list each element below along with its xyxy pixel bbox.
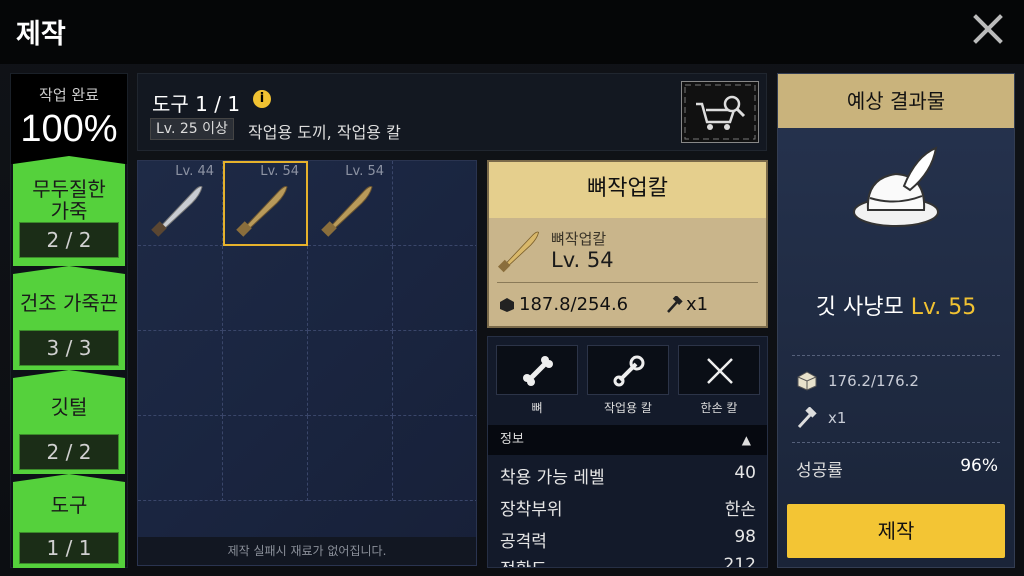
stat-value: 212 [723, 555, 756, 568]
stat-label: 착용 가능 레벨 [500, 468, 605, 488]
material-one-hand-sword[interactable] [678, 345, 760, 395]
bone-knife-icon [321, 186, 373, 237]
bone-knife-icon [497, 231, 540, 273]
info-header[interactable]: 정보 ▲ [488, 425, 767, 455]
materials-panel: 뼈 작업용 칼 한손 칼 정보 ▲ 착용 가능 레벨 40 장착부위 한손 공격… [487, 336, 768, 568]
stat-label: 공격력 [500, 532, 547, 552]
stage-count: 2 / 2 [19, 222, 119, 258]
stat-row: 착용 가능 레벨 40 [500, 463, 756, 488]
stage-count: 2 / 2 [19, 434, 119, 470]
craft-button[interactable]: 제작 [787, 504, 1005, 558]
cell-level: Lv. 54 [345, 164, 384, 179]
grid-cell[interactable]: Lv. 54 [308, 161, 393, 246]
completion-box: 작업 완료 100% [11, 74, 127, 164]
stat-value: 40 [734, 463, 756, 483]
hammer-icon [667, 296, 683, 313]
close-icon[interactable] [970, 10, 1006, 46]
selected-item-panel: 뼈작업칼 뼈작업칼 Lv. 54 187.8/254.6 x1 [487, 160, 768, 328]
level-badge: Lv. 25 이상 [150, 118, 234, 140]
material-header: 도구 1 / 1 i Lv. 25 이상 작업용 도끼, 작업용 칼 [137, 73, 767, 151]
weight-icon [797, 371, 817, 391]
result-weight: 176.2/176.2 [828, 372, 919, 390]
stage-name: 건조 가죽끈 [19, 291, 119, 315]
grid-cell[interactable] [223, 246, 308, 331]
selected-item-name: 뼈작업칼 [551, 230, 607, 248]
grid-cell[interactable] [393, 246, 476, 331]
divider [497, 282, 758, 283]
cell-level: Lv. 44 [175, 164, 214, 179]
window-title: 제작 [16, 19, 66, 50]
material-label: 한손 칼 [700, 401, 738, 415]
crossed-swords-icon [707, 358, 733, 384]
stat-row: 장착부위 한손 [500, 495, 756, 520]
stat-row: 정확도 212 [500, 555, 756, 568]
stat-label: 정확도 [500, 560, 547, 567]
stage-count: 3 / 3 [19, 330, 119, 366]
grid-cell[interactable] [138, 331, 223, 416]
selected-item-count: x1 [686, 294, 709, 315]
completion-label: 작업 완료 [39, 86, 99, 104]
stage-tanned-leather[interactable]: 무두질한 가죽 2 / 2 [13, 156, 125, 266]
grid-cell[interactable]: Lv. 44 [138, 161, 223, 246]
crafting-screen: 제작 작업 완료 100% 무두질한 가죽 2 / 2 건조 가죽끈 3 / 3… [0, 0, 1024, 576]
hammer-icon [797, 407, 817, 429]
material-bone[interactable] [496, 345, 578, 395]
stage-dried-leather-strap[interactable]: 건조 가죽끈 3 / 3 [13, 266, 125, 370]
grid-cell[interactable] [393, 331, 476, 416]
grid-cell[interactable] [223, 416, 308, 501]
grid-cell[interactable] [138, 416, 223, 501]
selected-item-title: 뼈작업칼 [489, 162, 766, 218]
success-rate-label: 성공률 [796, 461, 843, 481]
result-level: Lv. 55 [910, 295, 977, 320]
weight-icon [500, 298, 514, 312]
result-count: x1 [828, 409, 847, 427]
stat-label: 장착부위 [500, 500, 563, 520]
stage-count: 1 / 1 [19, 532, 119, 564]
requirement-text: 작업용 도끼, 작업용 칼 [248, 123, 401, 142]
progress-column: 작업 완료 100% 무두질한 가죽 2 / 2 건조 가죽끈 3 / 3 깃털… [10, 73, 128, 568]
grid-cell[interactable] [223, 331, 308, 416]
selected-item-level: Lv. 54 [551, 248, 614, 272]
result-header: 예상 결과물 [778, 74, 1014, 128]
feathered-hat-icon [853, 146, 939, 227]
success-rate-value: 96% [960, 456, 998, 476]
success-rate-row: 성공률 96% [796, 456, 998, 481]
grid-cell[interactable] [393, 416, 476, 501]
result-name: 깃 사냥모 [815, 295, 904, 320]
grid-cell[interactable] [308, 416, 393, 501]
stage-feather[interactable]: 깃털 2 / 2 [13, 370, 125, 474]
info-icon[interactable]: i [253, 90, 271, 108]
material-label: 뼈 [531, 401, 543, 415]
divider [792, 442, 1000, 443]
stage-name: 도구 [50, 493, 88, 517]
completion-percent: 100% [20, 108, 118, 150]
selection-frame [223, 161, 308, 246]
title-bar: 제작 [0, 0, 1024, 64]
grid-cell[interactable] [393, 161, 476, 246]
wrench-icon [613, 355, 645, 387]
material-label: 작업용 칼 [604, 401, 652, 415]
stat-value: 한손 [724, 500, 756, 520]
divider [792, 355, 1000, 356]
failure-note: 제작 실패시 재료가 없어집니다. [138, 537, 476, 565]
grid-cell[interactable] [308, 246, 393, 331]
grid-cell[interactable] [138, 246, 223, 331]
material-work-knife[interactable] [587, 345, 669, 395]
result-panel: 예상 결과물 깃 사냥모 Lv. 55 176.2/176.2 x1 성공률 9… [777, 73, 1015, 568]
knife-icon [151, 186, 203, 237]
bone-icon [523, 356, 553, 386]
collapse-arrow-icon: ▲ [741, 433, 751, 447]
stat-row: 공격력 98 [500, 527, 756, 552]
stage-name: 무두질한 가죽 [32, 177, 106, 223]
item-grid: Lv. 44 Lv. 54 Lv. 54 제작 실패시 재료가 없어집니다. [137, 160, 477, 566]
stage-tool[interactable]: 도구 1 / 1 [13, 474, 125, 568]
cart-search-icon[interactable] [681, 81, 759, 143]
material-title: 도구 1 / 1 [152, 92, 241, 116]
grid-cell[interactable] [308, 331, 393, 416]
info-header-label: 정보 [500, 432, 524, 447]
stat-value: 98 [734, 527, 756, 547]
stage-name: 깃털 [50, 395, 88, 419]
result-name-line: 깃 사냥모 Lv. 55 [778, 289, 1014, 321]
selected-item-weight: 187.8/254.6 [519, 294, 629, 315]
